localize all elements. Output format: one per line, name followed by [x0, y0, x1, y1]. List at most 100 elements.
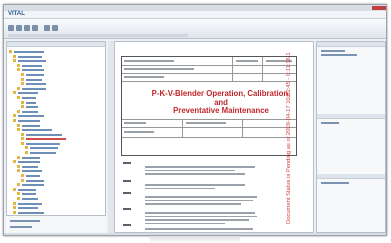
folder-icon [17, 155, 20, 159]
bottom-panel-item[interactable] [10, 226, 32, 228]
tree-node-label [18, 202, 42, 205]
tree-node[interactable] [7, 206, 105, 210]
body-text-line [145, 219, 249, 221]
properties-pane [316, 41, 386, 233]
table-column-divider [232, 57, 233, 81]
folder-icon [21, 141, 24, 145]
tree-node[interactable] [7, 160, 105, 164]
tree-node[interactable] [7, 155, 105, 160]
tree-node[interactable] [7, 50, 105, 54]
body-text-line [145, 199, 253, 202]
tree-node[interactable] [7, 192, 105, 196]
section-number [123, 162, 131, 164]
home-icon[interactable] [32, 25, 38, 31]
tree-node-label [22, 64, 42, 67]
folder-icon [13, 118, 16, 122]
folder-icon [17, 109, 20, 113]
body-text-line [145, 166, 255, 168]
app-logo: VITAL [8, 11, 25, 17]
body-text-line [145, 212, 255, 214]
back-icon[interactable] [8, 25, 14, 31]
body-text-line [145, 196, 257, 198]
tree-node[interactable] [7, 128, 105, 132]
tree-node[interactable] [7, 105, 105, 109]
tree-node-label [26, 83, 46, 86]
monitor-frame: VITAL P-K-V-Blender Operation, Calibrati… [0, 0, 391, 243]
tasks-header [317, 174, 385, 179]
folder-icon [17, 63, 20, 67]
header-cell-text [124, 131, 154, 133]
tree-node[interactable] [7, 86, 105, 91]
tree-node[interactable] [7, 132, 105, 137]
forward-icon[interactable] [16, 25, 22, 31]
folder-icon [13, 54, 16, 58]
tree-node[interactable] [7, 100, 105, 105]
tree-node[interactable] [7, 82, 105, 86]
header-cell-text [124, 68, 194, 70]
folder-icon [17, 95, 20, 99]
tree-node[interactable] [7, 72, 105, 77]
tree-node-label [22, 165, 38, 168]
tree-node[interactable] [7, 210, 105, 215]
bottom-panel-item[interactable] [10, 220, 40, 222]
table-column-divider [262, 57, 263, 81]
tree-node[interactable] [7, 197, 105, 201]
address-bar[interactable] [8, 34, 188, 37]
tree-node[interactable] [7, 114, 105, 118]
folder-icon [21, 178, 24, 182]
tree-node[interactable] [7, 169, 105, 173]
document-title-line1: P-K-V-Blender Operation, Calibration, an… [151, 89, 291, 107]
menu-bar: VITAL [4, 11, 386, 19]
left-bottom-panel [6, 215, 106, 235]
tree-node[interactable] [7, 151, 105, 155]
tree-node[interactable] [7, 146, 105, 150]
document-title-line2: Preventative Maintenance [173, 106, 269, 116]
tree-node[interactable] [7, 95, 105, 100]
tree-node[interactable] [7, 123, 105, 128]
tree-node[interactable] [7, 178, 105, 183]
folder-icon [9, 50, 12, 53]
tree-node[interactable] [7, 164, 105, 169]
tree-node-label [22, 87, 46, 90]
folder-icon [21, 77, 24, 81]
table-row [122, 65, 296, 66]
table-row [122, 81, 296, 82]
tree-node[interactable] [7, 54, 105, 59]
tree-node[interactable] [7, 109, 105, 114]
tree-node-label [18, 60, 46, 63]
window-controls[interactable] [372, 6, 386, 10]
folder-icon [13, 59, 16, 63]
tree-node[interactable] [7, 183, 105, 187]
tree-node-label [18, 115, 44, 118]
folder-icon [13, 114, 16, 118]
tree-node[interactable] [7, 91, 105, 95]
property-item[interactable] [321, 50, 345, 52]
folder-icon [17, 197, 20, 200]
tree-node[interactable] [7, 59, 105, 63]
tree-node-label [22, 69, 44, 72]
related-item[interactable] [321, 122, 339, 124]
monitor-stand [150, 236, 240, 243]
tree-node[interactable] [7, 77, 105, 82]
search-icon[interactable] [44, 25, 50, 31]
header-cell-text [124, 76, 164, 78]
tree-node[interactable] [7, 141, 105, 146]
folder-icon [25, 151, 28, 155]
body-text-line [145, 173, 245, 175]
property-item[interactable] [321, 54, 357, 56]
tree-node[interactable] [7, 137, 105, 141]
properties-header [317, 42, 385, 47]
tree-node-label [26, 78, 42, 81]
refresh-icon[interactable] [24, 25, 30, 31]
tree-node[interactable] [7, 63, 105, 68]
tree-node[interactable] [7, 187, 105, 192]
tree-node-label [22, 184, 44, 187]
task-item[interactable] [321, 182, 349, 184]
folder-icon [21, 132, 24, 136]
tree-node[interactable] [7, 174, 105, 178]
tree-node-label [26, 73, 44, 76]
tree-node[interactable] [7, 118, 105, 123]
print-icon[interactable] [52, 25, 58, 31]
tree-node[interactable] [7, 201, 105, 206]
tree-node[interactable] [7, 68, 105, 72]
